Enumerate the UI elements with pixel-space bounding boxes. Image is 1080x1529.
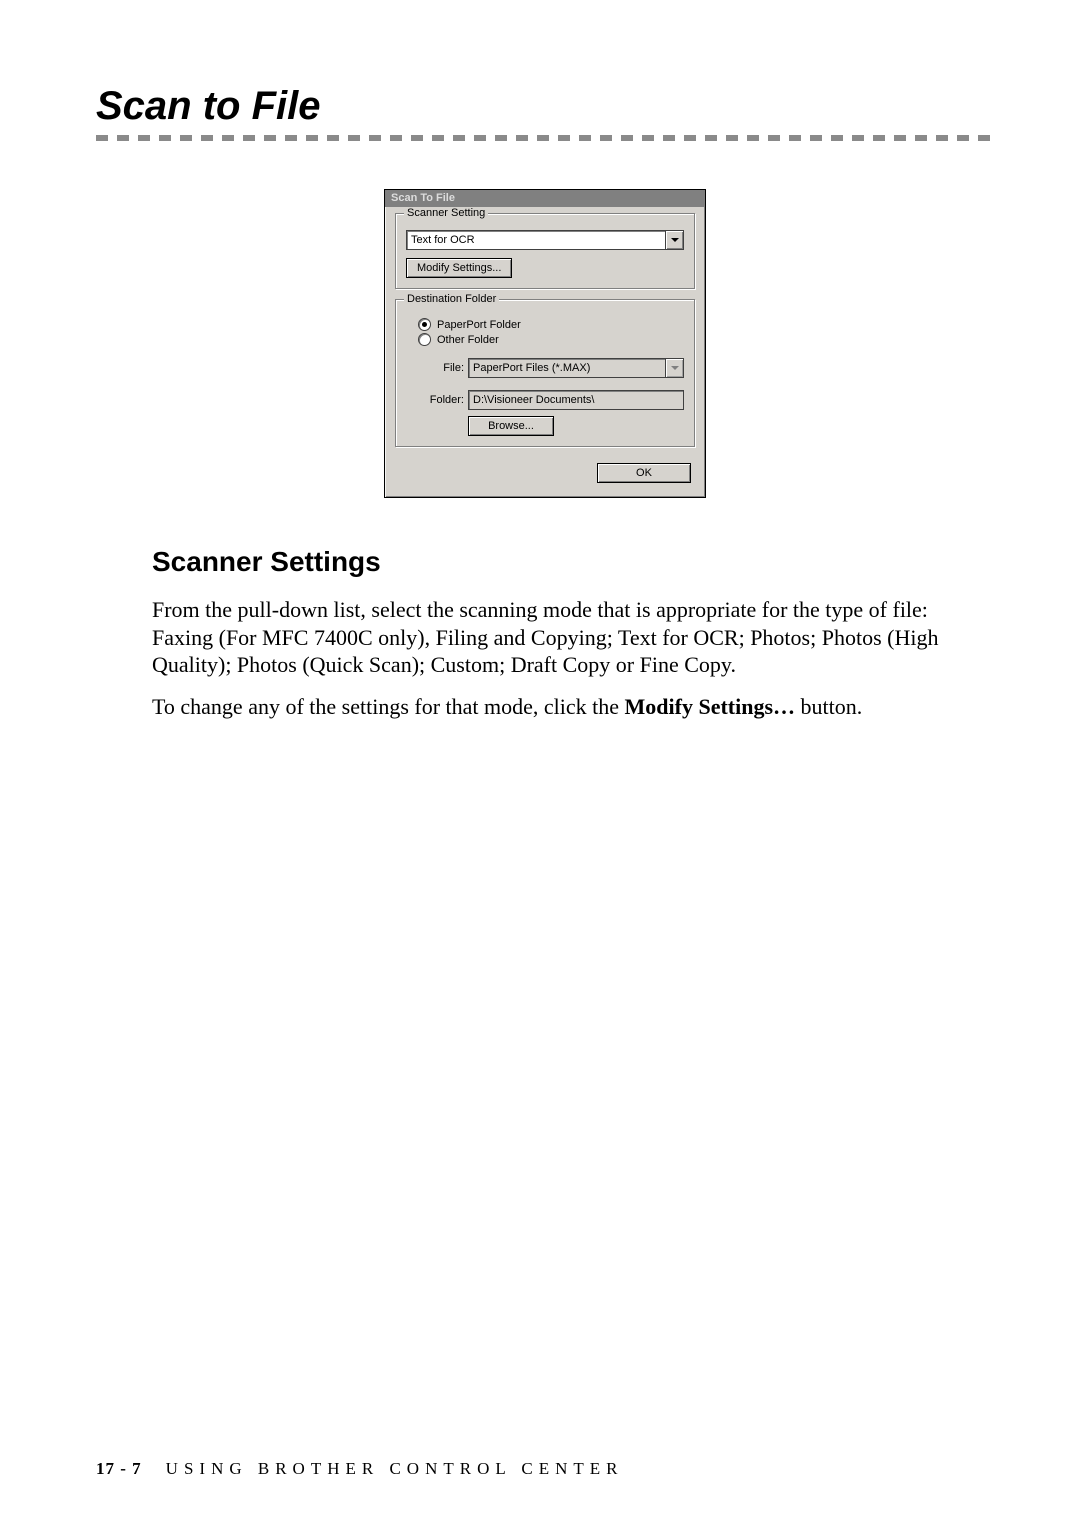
folder-label: Folder: <box>406 394 468 406</box>
dialog-titlebar[interactable]: Scan To File <box>385 190 705 207</box>
radio-icon <box>418 333 431 346</box>
subsection-heading: Scanner Settings <box>152 546 994 578</box>
destination-folder-group: Destination Folder PaperPort Folder Othe… <box>395 299 695 447</box>
scanner-setting-group: Scanner Setting Text for OCR Modify Sett… <box>395 213 695 289</box>
divider-dashes <box>96 135 994 141</box>
chevron-down-icon <box>671 238 679 242</box>
scan-mode-value: Text for OCR <box>406 230 666 250</box>
footer-section-name: USING BROTHER CONTROL CENTER <box>166 1459 624 1478</box>
dropdown-button[interactable] <box>666 358 684 378</box>
section-title: Scan to File <box>96 84 994 129</box>
scan-mode-combo[interactable]: Text for OCR <box>406 230 684 250</box>
folder-path-value[interactable]: D:\Visioneer Documents\ <box>468 390 684 410</box>
file-type-value: PaperPort Files (*.MAX) <box>468 358 666 378</box>
destination-folder-legend: Destination Folder <box>404 293 499 305</box>
radio-other-folder[interactable]: Other Folder <box>418 333 684 346</box>
para2-pre: To change any of the settings for that m… <box>152 694 625 719</box>
browse-button[interactable]: Browse... <box>468 416 554 436</box>
ok-button[interactable]: OK <box>597 463 691 483</box>
page-footer: 17 - 7 USING BROTHER CONTROL CENTER <box>96 1459 623 1479</box>
file-label: File: <box>406 362 468 374</box>
scanner-setting-legend: Scanner Setting <box>404 207 488 219</box>
radio-icon <box>418 318 431 331</box>
radio-label: PaperPort Folder <box>437 319 521 331</box>
modify-settings-button[interactable]: Modify Settings... <box>406 258 512 278</box>
body-paragraph-2: To change any of the settings for that m… <box>152 693 994 721</box>
radio-label: Other Folder <box>437 334 499 346</box>
body-paragraph-1: From the pull-down list, select the scan… <box>152 596 994 679</box>
para2-post: button. <box>795 694 862 719</box>
page-number: 17 - 7 <box>96 1459 142 1478</box>
scan-to-file-dialog: Scan To File Scanner Setting Text for OC… <box>384 189 706 498</box>
para2-bold: Modify Settings… <box>625 694 796 719</box>
radio-paperport-folder[interactable]: PaperPort Folder <box>418 318 684 331</box>
dropdown-button[interactable] <box>666 230 684 250</box>
chevron-down-icon <box>671 366 679 370</box>
